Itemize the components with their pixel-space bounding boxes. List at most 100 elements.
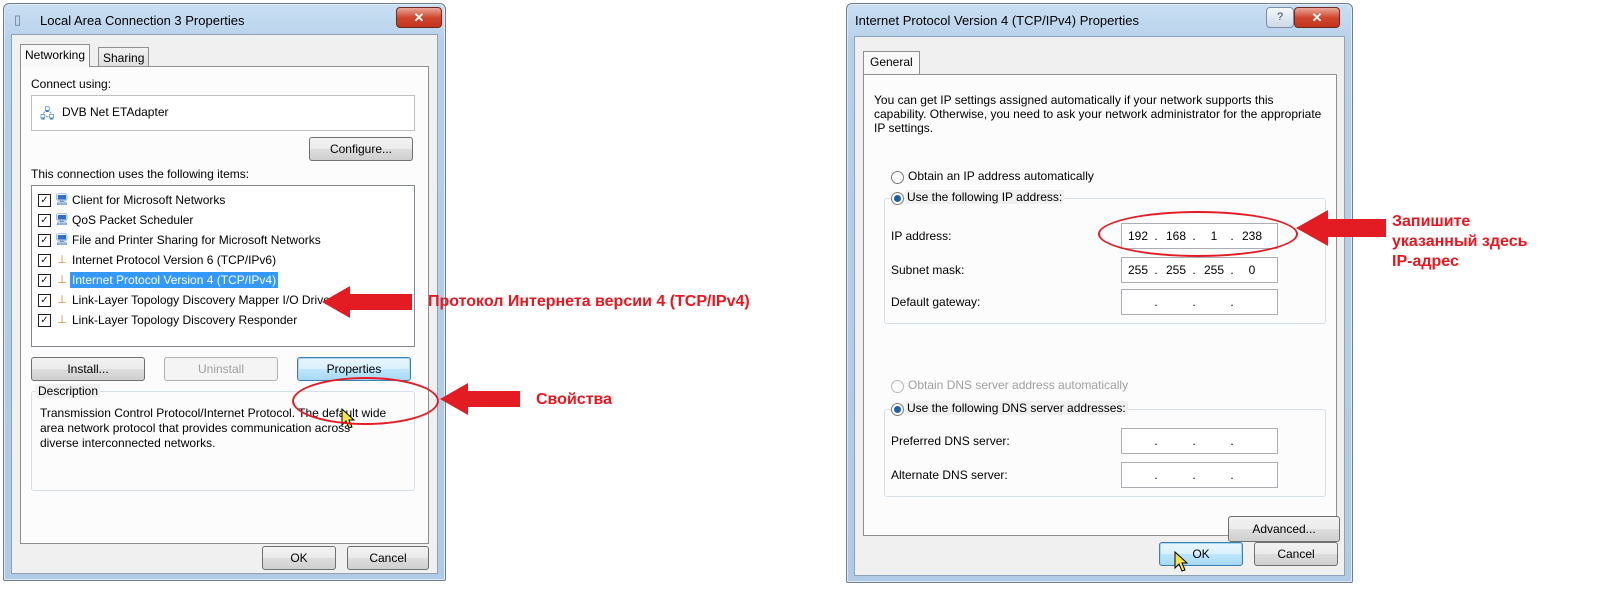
close-icon: ✕ xyxy=(413,10,425,25)
tab-label: Sharing xyxy=(103,51,145,65)
ok-button[interactable]: OK xyxy=(262,546,336,570)
ip-dot: . xyxy=(1230,468,1234,482)
mouse-cursor-icon xyxy=(1174,551,1189,572)
tab-label: General xyxy=(870,55,913,69)
advanced-label: Advanced... xyxy=(1252,522,1316,536)
ipv4-properties-window: Internet Protocol Version 4 (TCP/IPv4) P… xyxy=(846,3,1353,583)
general-tab-panel: You can get IP settings assigned automat… xyxy=(863,74,1340,542)
use-ip-label[interactable]: Use the following IP address: xyxy=(905,190,1065,204)
obtain-ip-radio[interactable] xyxy=(891,171,904,184)
properties-label: Properties xyxy=(326,362,382,376)
close-button[interactable]: ✕ xyxy=(396,7,442,28)
adapter-icon: 🖧 xyxy=(40,106,55,121)
arrow-to-ip-address-icon xyxy=(1296,210,1386,246)
ip-dot: . xyxy=(1230,263,1234,277)
use-dns-radio[interactable] xyxy=(891,403,904,416)
ip-dot: . xyxy=(1230,434,1234,448)
tab-networking[interactable]: Networking xyxy=(20,44,91,67)
dns-server-group: Use the following DNS server addresses: … xyxy=(884,401,1326,497)
annotation-line: IP-адрес xyxy=(1392,253,1459,270)
obtain-dns-label[interactable]: Obtain DNS server address automatically xyxy=(908,378,1128,392)
obtain-ip-label[interactable]: Obtain an IP address automatically xyxy=(908,169,1094,183)
help-icon: ? xyxy=(1276,11,1284,23)
ip-address-label: IP address: xyxy=(891,229,952,243)
ip-dot: . xyxy=(1192,468,1196,482)
alternate-dns-label: Alternate DNS server: xyxy=(891,468,1008,482)
window-title: Local Area Connection 3 Properties xyxy=(40,13,245,28)
checkbox[interactable]: ✓ xyxy=(38,254,51,267)
ok-label: OK xyxy=(290,551,308,565)
item-label: Client for Microsoft Networks xyxy=(72,193,226,207)
arrow-to-ipv4-icon xyxy=(322,286,412,318)
protocol-icon: ⊥ xyxy=(57,254,67,266)
annotation-line: Запишите xyxy=(1392,213,1471,230)
ip-dot: . xyxy=(1154,263,1158,277)
properties-highlight-ellipse xyxy=(292,377,439,425)
annotation-line: указанный здесь xyxy=(1392,233,1528,250)
close-button[interactable]: ✕ xyxy=(1294,7,1340,28)
connect-using-label: Connect using: xyxy=(31,77,112,91)
subnet-mask-field[interactable]: 255 . 255 . 255 . 0 xyxy=(1121,257,1278,283)
intro-text: You can get IP settings assigned automat… xyxy=(874,93,1322,135)
network-client-icon: 🖥 xyxy=(55,194,69,206)
use-dns-label[interactable]: Use the following DNS server addresses: xyxy=(905,401,1128,415)
alternate-dns-field[interactable]: . . . xyxy=(1121,462,1278,488)
tab-general[interactable]: General xyxy=(863,51,920,74)
service-icon: 🖥 xyxy=(55,234,69,246)
adapter-box: 🖧 DVB Net ETAdapter xyxy=(31,95,415,131)
uninstall-button[interactable]: Uninstall xyxy=(164,357,278,381)
tab-sharing[interactable]: Sharing xyxy=(98,47,150,68)
help-button[interactable]: ? xyxy=(1266,7,1294,28)
cancel-label: Cancel xyxy=(369,551,407,565)
adapter-name: DVB Net ETAdapter xyxy=(62,105,169,119)
ip-address-highlight-ellipse xyxy=(1098,211,1298,257)
ip-octet: 255 xyxy=(1127,263,1149,277)
window-title: Internet Protocol Version 4 (TCP/IPv4) P… xyxy=(855,13,1139,28)
use-ip-radio[interactable] xyxy=(891,192,904,205)
item-label: Internet Protocol Version 6 (TCP/IPv6) xyxy=(72,253,277,267)
cancel-label: Cancel xyxy=(1277,547,1315,561)
checkbox[interactable]: ✓ xyxy=(38,314,51,327)
ok-button[interactable]: OK xyxy=(1159,542,1243,566)
ip-dot: . xyxy=(1154,295,1158,309)
items-label: This connection uses the following items… xyxy=(31,167,250,181)
cancel-button[interactable]: Cancel xyxy=(347,546,429,570)
title-bar[interactable]: Internet Protocol Version 4 (TCP/IPv4) P… xyxy=(847,4,1352,34)
checkbox[interactable]: ✓ xyxy=(38,214,51,227)
properties-annotation: Свойства xyxy=(536,391,613,408)
ip-dot: . xyxy=(1154,434,1158,448)
item-label: QoS Packet Scheduler xyxy=(72,213,194,227)
ip-octet: 255 xyxy=(1165,263,1187,277)
install-label: Install... xyxy=(67,362,109,376)
network-adapter-icon: ▯ xyxy=(14,12,22,27)
install-button[interactable]: Install... xyxy=(31,357,145,381)
advanced-button[interactable]: Advanced... xyxy=(1228,516,1340,542)
description-legend: Description xyxy=(36,384,101,398)
ip-dot: . xyxy=(1230,295,1234,309)
cancel-button[interactable]: Cancel xyxy=(1254,542,1338,566)
checkbox[interactable]: ✓ xyxy=(38,274,51,287)
checkbox[interactable]: ✓ xyxy=(38,194,51,207)
obtain-dns-radio[interactable] xyxy=(891,380,904,393)
ip-dot: . xyxy=(1192,434,1196,448)
protocol-icon: ⊥ xyxy=(57,274,67,286)
default-gateway-label: Default gateway: xyxy=(891,295,981,309)
ipv4-highlight-ellipse xyxy=(38,289,348,327)
preferred-dns-field[interactable]: . . . xyxy=(1121,428,1278,454)
configure-label: Configure... xyxy=(329,142,393,156)
title-bar[interactable]: ▯ Local Area Connection 3 Properties ✕ xyxy=(4,4,445,34)
ip-address-annotation: Запишите указанный здесь IP-адрес xyxy=(1392,212,1527,272)
configure-button[interactable]: Configure... xyxy=(309,137,413,161)
checkbox[interactable]: ✓ xyxy=(38,234,51,247)
service-icon: 🖥 xyxy=(55,214,69,226)
ip-dot: . xyxy=(1192,263,1196,277)
default-gateway-field[interactable]: . . . xyxy=(1121,289,1278,315)
tab-label: Networking xyxy=(25,48,86,62)
ip-octet: 255 xyxy=(1203,263,1225,277)
preferred-dns-label: Preferred DNS server: xyxy=(891,434,1010,448)
arrow-to-properties-icon xyxy=(440,383,520,415)
ip-dot: . xyxy=(1192,295,1196,309)
ip-dot: . xyxy=(1154,468,1158,482)
item-label: File and Printer Sharing for Microsoft N… xyxy=(72,233,321,247)
dialog-body: General You can get IP settings assigned… xyxy=(854,36,1345,576)
